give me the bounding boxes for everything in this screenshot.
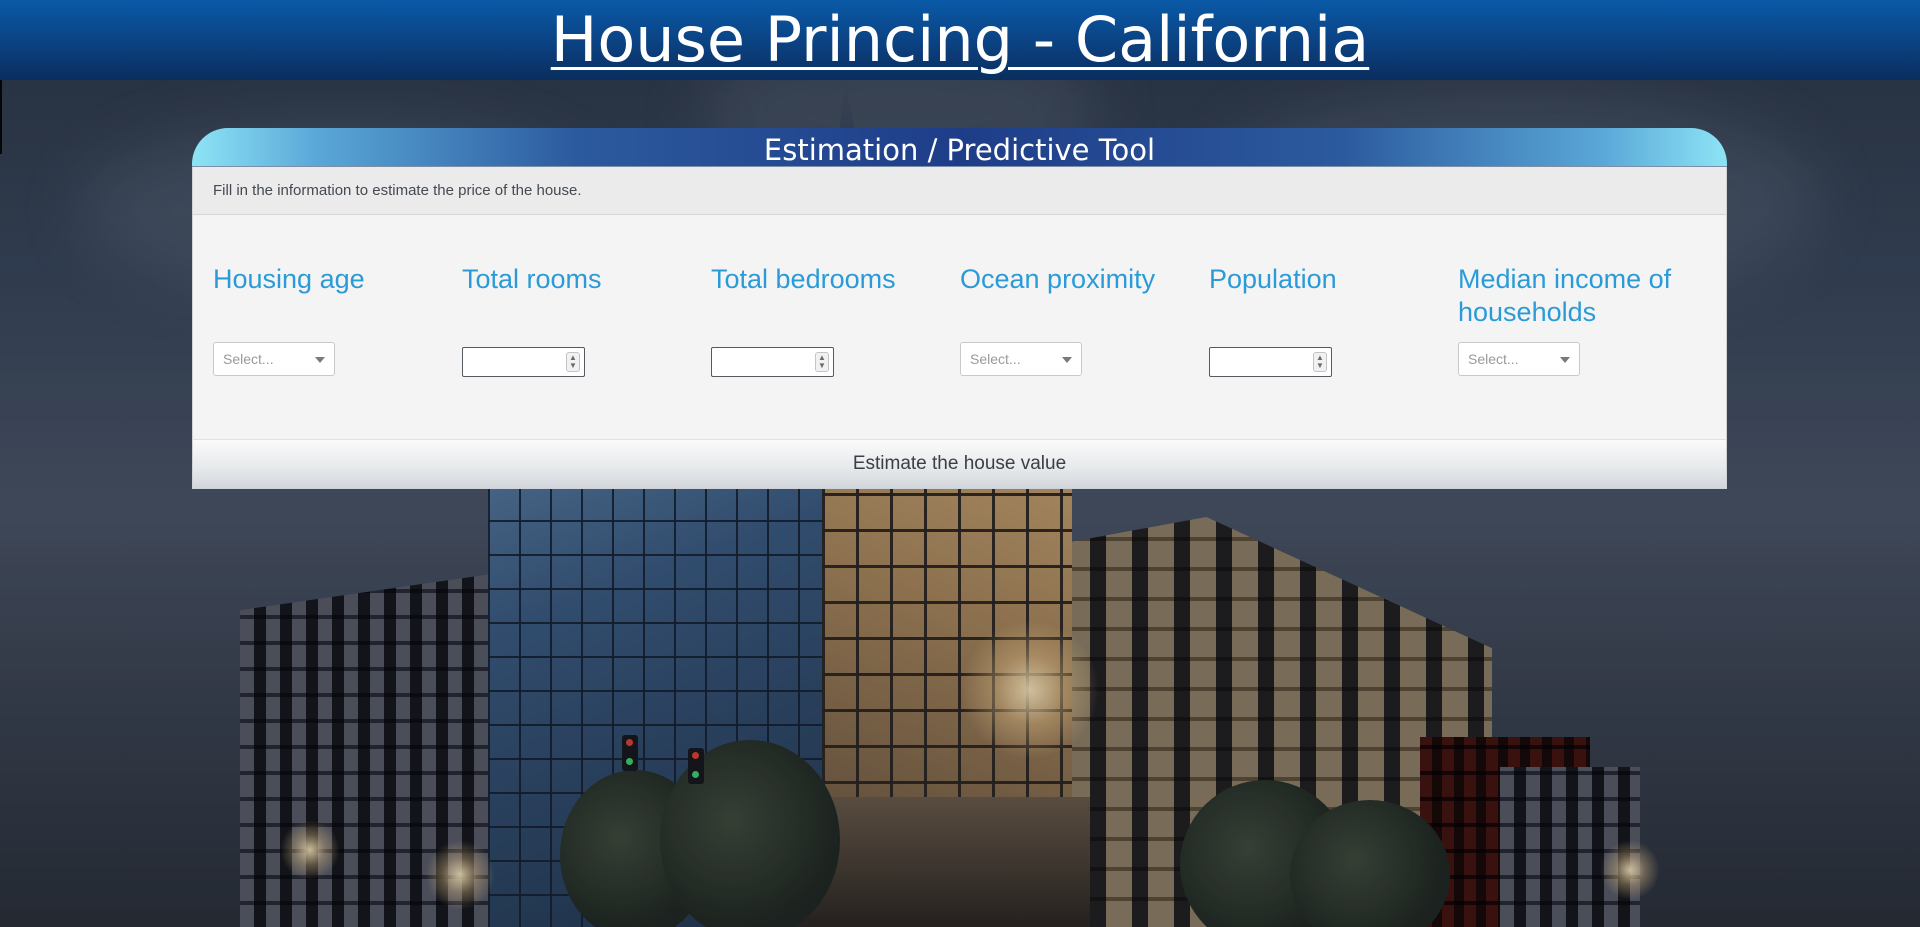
card-title: Estimation / Predictive Tool [192, 128, 1727, 167]
caret-down-icon [1062, 357, 1072, 363]
estimate-button[interactable]: Estimate the house value [192, 439, 1727, 489]
spinner-arrows-icon[interactable]: ▲ ▼ [1313, 352, 1327, 372]
housing-age-select[interactable]: Select... [213, 342, 335, 376]
instructions-text: Fill in the information to estimate the … [192, 167, 1727, 215]
median-income-select[interactable]: Select... [1458, 342, 1580, 376]
population-label: Population [1209, 264, 1337, 294]
population-input[interactable]: ▲ ▼ [1209, 347, 1332, 377]
spinner-arrows-icon[interactable]: ▲ ▼ [815, 352, 829, 372]
caret-down-icon [315, 357, 325, 363]
median-income-label: Median income of households [1458, 264, 1672, 327]
page-title: House Princing - California [550, 3, 1370, 76]
total-bedrooms-label: Total bedrooms [711, 264, 896, 294]
caret-down-icon [1560, 357, 1570, 363]
estimation-card: Estimation / Predictive Tool Fill in the… [192, 128, 1727, 489]
median-income-placeholder: Select... [1468, 351, 1519, 367]
spinner-arrows-icon[interactable]: ▲ ▼ [566, 352, 580, 372]
housing-age-placeholder: Select... [223, 351, 274, 367]
housing-age-label: Housing age [213, 264, 365, 294]
ocean-proximity-label: Ocean proximity [960, 264, 1156, 294]
total-rooms-label: Total rooms [462, 264, 602, 294]
left-edge-marker [0, 80, 2, 154]
header-bar: House Princing - California [0, 0, 1920, 80]
form-fields: Housing age Select... Total rooms ▲ ▼ Tot… [192, 215, 1727, 439]
ocean-proximity-placeholder: Select... [970, 351, 1021, 367]
total-rooms-input[interactable]: ▲ ▼ [462, 347, 585, 377]
ocean-proximity-select[interactable]: Select... [960, 342, 1082, 376]
total-bedrooms-input[interactable]: ▲ ▼ [711, 347, 834, 377]
